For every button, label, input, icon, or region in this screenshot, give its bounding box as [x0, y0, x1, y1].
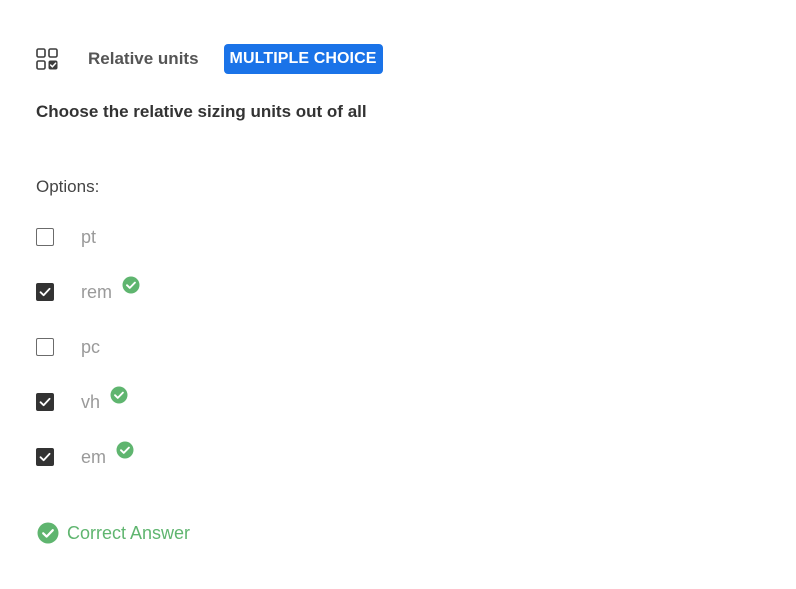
checkmark-icon [39, 452, 51, 462]
option-item[interactable]: vh [36, 386, 436, 446]
question-text: Choose the relative sizing units out of … [36, 102, 367, 121]
option-item[interactable]: em [36, 441, 436, 501]
question-card: Relative units MULTIPLE CHOICE Choose th… [0, 0, 796, 589]
topic-title: Relative units [88, 49, 199, 68]
option-checkbox[interactable] [36, 338, 54, 356]
correct-answer-text: Correct Answer [67, 522, 191, 543]
grid-check-icon [36, 48, 58, 70]
result-status: Correct Answer [37, 522, 190, 544]
option-checkbox[interactable] [36, 393, 54, 411]
correct-check-icon [122, 276, 140, 294]
option-item[interactable]: rem [36, 276, 436, 336]
option-checkbox[interactable] [36, 448, 54, 466]
option-label: em [81, 447, 107, 467]
correct-check-icon [116, 441, 134, 459]
option-label: rem [81, 282, 112, 302]
correct-check-icon [110, 386, 128, 404]
check-circle-icon [37, 522, 59, 544]
question-type-badge: MULTIPLE CHOICE [223, 44, 383, 74]
checkmark-icon [39, 397, 51, 407]
option-checkbox[interactable] [36, 283, 54, 301]
question-header: Relative units MULTIPLE CHOICE [36, 44, 383, 74]
option-item[interactable]: pc [36, 336, 436, 391]
option-label: pc [81, 337, 101, 357]
options-label: Options: [36, 177, 100, 196]
option-label: vh [81, 392, 101, 412]
checkmark-icon [39, 287, 51, 297]
option-label: pt [81, 227, 97, 247]
option-item[interactable]: pt [36, 226, 436, 281]
options-list: pt rem pc vh em [36, 226, 436, 501]
option-checkbox[interactable] [36, 228, 54, 246]
